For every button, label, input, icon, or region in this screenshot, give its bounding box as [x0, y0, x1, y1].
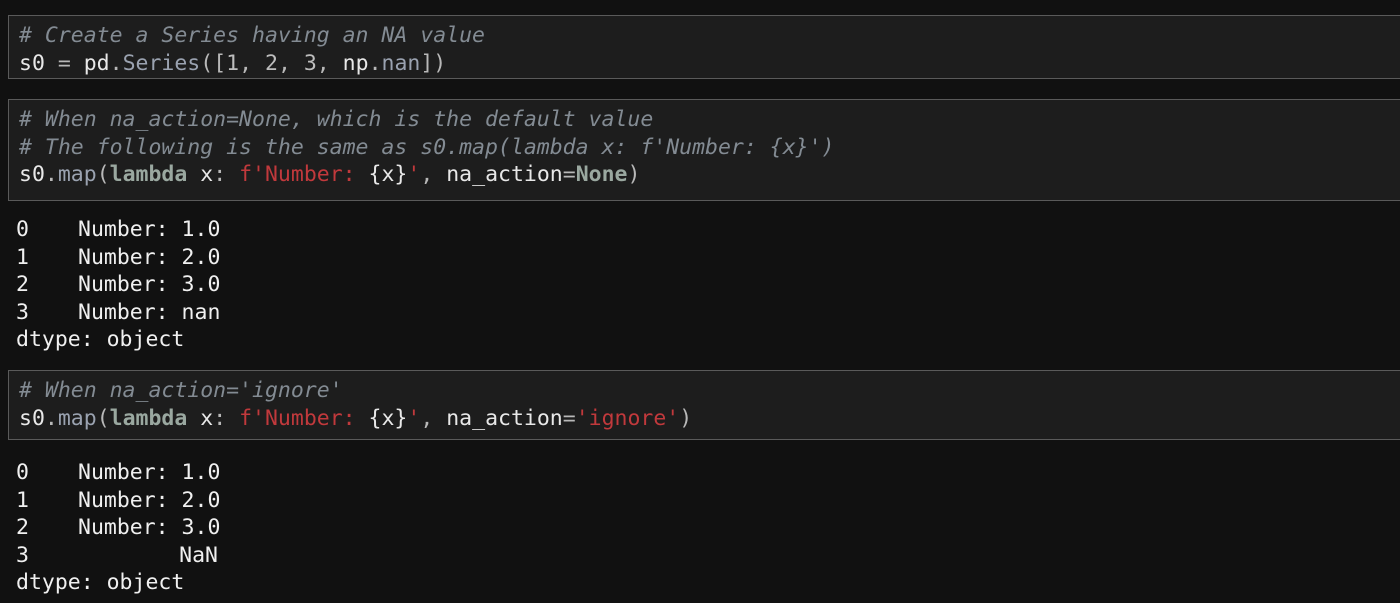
code-token-string: ' [407, 162, 421, 187]
output-value: Number: 1.0 [78, 217, 221, 242]
code-token-string: f'Number: [239, 405, 369, 431]
cell-output-map-none: 0 Number: 1.0 1 Number: 2.0 2 Number: 3.0 3… [16, 216, 1396, 354]
output-value: NaN [179, 542, 218, 568]
output-row: 2 Number: 3.0 [16, 514, 1396, 542]
code-token-punct: ( [96, 162, 110, 187]
code-token-constant: None [575, 162, 628, 187]
code-token-punct: : [213, 405, 240, 431]
output-row: 3 Number: nan [16, 299, 1396, 327]
code-token-kwarg: na_action [446, 162, 563, 187]
cell-output-map-ignore: 0 Number: 1.0 1 Number: 2.0 2 Number: 3.0 3… [16, 459, 1396, 597]
code-line: s0 = pd.Series([1, 2, 3, np.nan]) [19, 50, 1400, 78]
output-value: Number: nan [78, 299, 221, 325]
code-token-variable: s0 [19, 405, 45, 431]
code-token-arg: x [187, 162, 214, 187]
code-token-number: 3 [303, 50, 317, 76]
code-token-keyword: lambda [109, 162, 188, 187]
code-token-operator: = [44, 50, 84, 76]
code-token-number: 2 [264, 50, 278, 76]
code-token-punct: ]) [420, 50, 447, 76]
code-token-kwarg: na_action [446, 405, 563, 431]
code-token-punct: ) [627, 162, 641, 187]
code-token-punct: : [213, 162, 240, 187]
code-cell-create-series[interactable]: # Create a Series having an NA value s0 … [8, 15, 1400, 79]
code-token-punct: ( [96, 405, 110, 431]
notebook-page: # Create a Series having an NA value s0 … [0, 0, 1400, 603]
code-token-string: ' [407, 405, 421, 431]
code-token-variable: s0 [19, 162, 45, 187]
code-cell-map-ignore[interactable]: # When na_action='ignore' s0.map(lambda … [8, 370, 1400, 440]
output-index: 2 [16, 272, 29, 297]
code-token-dot: . [44, 405, 58, 431]
output-row: 0 Number: 1.0 [16, 216, 1396, 244]
code-token-string: 'ignore' [575, 405, 680, 431]
code-token-method: map [57, 405, 97, 431]
code-comment: # When na_action=None, which is the defa… [19, 107, 654, 132]
output-index: 0 [16, 217, 29, 242]
code-token-variable: s0 [19, 50, 45, 76]
code-token-keyword: lambda [109, 405, 188, 431]
code-token-dot: . [368, 50, 382, 76]
output-row: 1 Number: 2.0 [16, 487, 1396, 515]
code-token-punct: , [239, 50, 265, 76]
code-token-punct: , [277, 50, 304, 76]
code-cell-map-none[interactable]: # When na_action=None, which is the defa… [8, 99, 1400, 201]
code-token-number: 1 [226, 50, 240, 76]
code-comment: # Create a Series having an NA value [19, 23, 485, 48]
code-token-punct: ([ [200, 50, 227, 76]
code-comment: # The following is the same as s0.map(la… [19, 134, 835, 160]
code-token-interp: {x} [368, 162, 408, 187]
code-token-punct: , [420, 405, 447, 431]
code-token-attribute: nan [381, 50, 421, 76]
code-token-function: Series [122, 50, 201, 76]
output-index: 1 [16, 244, 29, 270]
output-row: 0 Number: 1.0 [16, 459, 1396, 487]
output-index: 2 [16, 515, 29, 540]
code-token-dot: . [44, 162, 58, 187]
output-row: 2 Number: 3.0 [16, 271, 1396, 299]
code-line: s0.map(lambda x: f'Number: {x}', na_acti… [19, 161, 1400, 189]
output-dtype: dtype: object [16, 327, 185, 352]
code-token-string: f'Number: [239, 162, 369, 187]
output-index: 3 [16, 542, 29, 568]
output-value: Number: 2.0 [78, 244, 221, 270]
code-token-arg: x [187, 405, 214, 431]
code-token-operator: = [562, 405, 576, 431]
code-token-dot: . [109, 50, 123, 76]
output-index: 1 [16, 487, 29, 513]
output-dtype: dtype: object [16, 570, 185, 595]
code-token-module: pd [83, 50, 110, 76]
code-line: s0.map(lambda x: f'Number: {x}', na_acti… [19, 405, 1400, 433]
code-token-punct: , [316, 50, 343, 76]
code-token-operator: = [562, 162, 576, 187]
output-value: Number: 3.0 [78, 515, 221, 540]
code-token-interp: {x} [368, 405, 408, 431]
code-token-punct: , [420, 162, 447, 187]
output-index: 0 [16, 460, 29, 485]
code-token-module: np [342, 50, 369, 76]
code-token-method: map [57, 162, 97, 187]
output-row: 3 NaN [16, 542, 1396, 570]
output-row: 1 Number: 2.0 [16, 244, 1396, 272]
output-value: Number: 2.0 [78, 487, 221, 513]
code-token-punct: ) [679, 405, 693, 431]
output-index: 3 [16, 299, 29, 325]
code-comment: # When na_action='ignore' [19, 378, 343, 403]
output-value: Number: 1.0 [78, 460, 221, 485]
output-value: Number: 3.0 [78, 272, 221, 297]
